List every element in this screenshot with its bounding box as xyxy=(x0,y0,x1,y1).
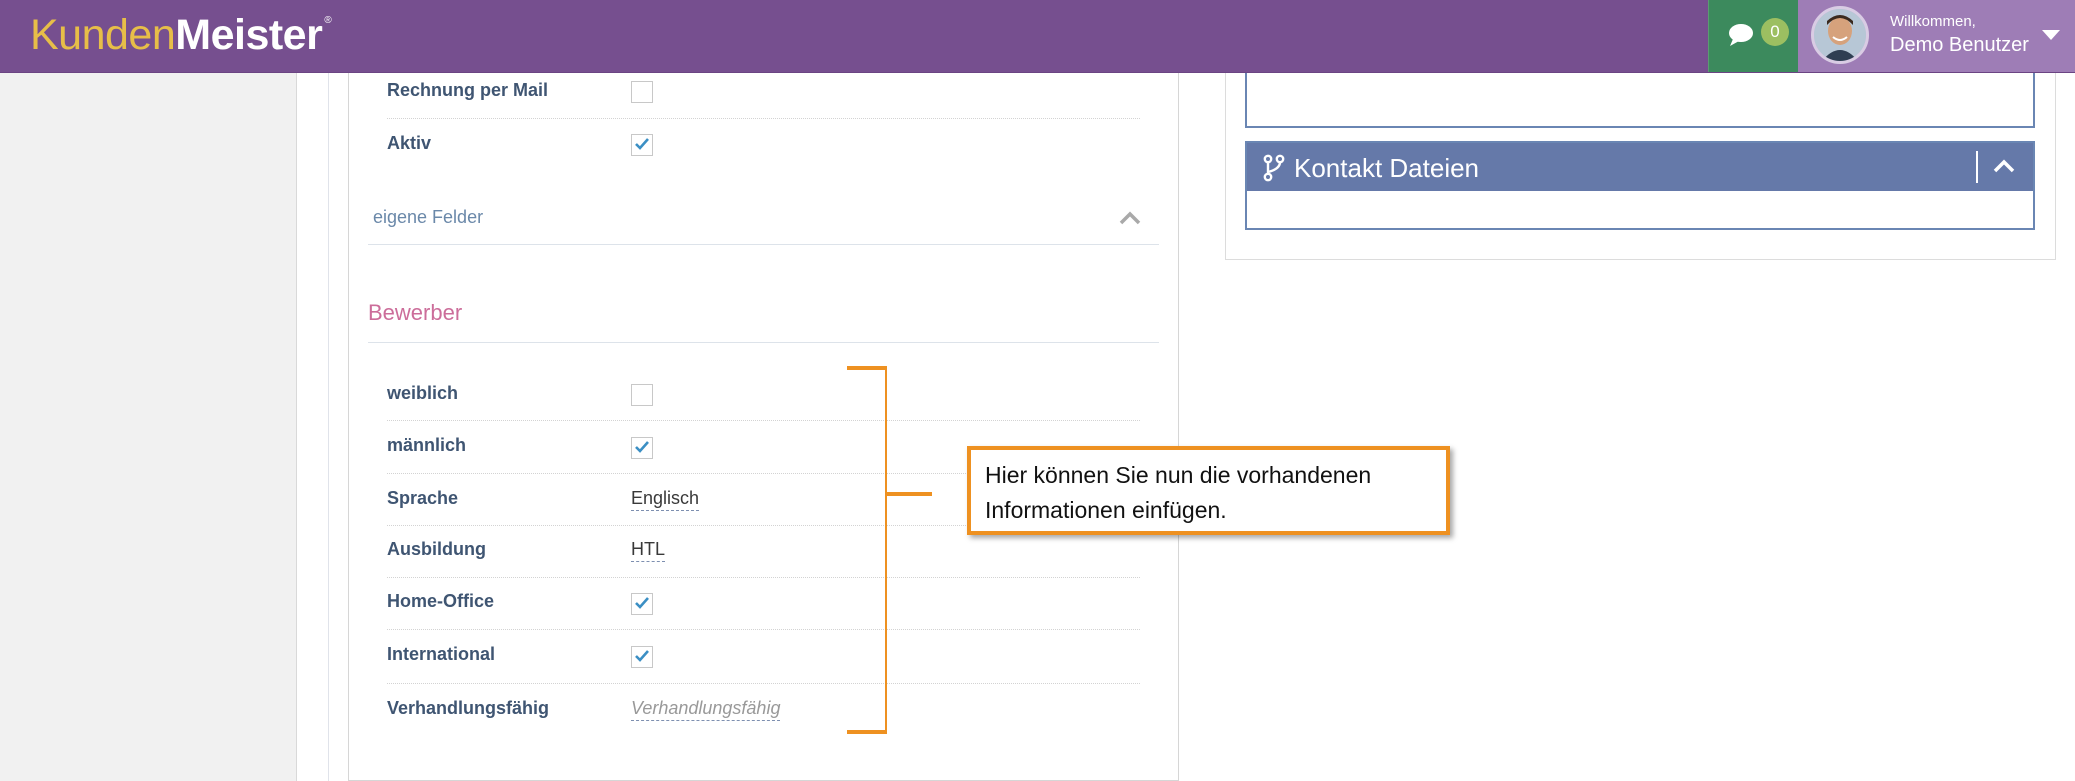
checkmark-icon xyxy=(635,138,649,150)
chevron-down-icon[interactable] xyxy=(2042,30,2060,40)
verhandlungsfaehig-label: Verhandlungsfähig xyxy=(387,698,550,718)
checkmark-icon xyxy=(635,441,649,453)
sprache-value[interactable]: Englisch xyxy=(631,488,700,511)
checkmark-icon xyxy=(635,597,649,609)
annotation-callout: Hier können Sie nun die vorhandenen Info… xyxy=(967,446,1450,535)
header-separator xyxy=(1976,151,1978,183)
weiblich-checkbox[interactable] xyxy=(631,384,653,406)
kontakt-dateien-title: Kontakt Dateien xyxy=(1294,153,1480,183)
row-divider xyxy=(387,629,1140,630)
aktiv-checkbox[interactable] xyxy=(631,134,653,156)
ausbildung-label: Ausbildung xyxy=(387,539,486,559)
content-guide-line xyxy=(328,73,329,781)
section-divider xyxy=(368,342,1159,343)
left-sidebar xyxy=(0,73,297,781)
eigene-felder-toggle[interactable]: eigene Felder xyxy=(373,207,483,228)
row-divider xyxy=(387,683,1140,684)
section-title-bewerber: Bewerber xyxy=(368,300,463,325)
checkmark-icon xyxy=(635,650,649,662)
rechnung-per-mail-checkbox[interactable] xyxy=(631,81,653,103)
logo-registered-mark: ® xyxy=(324,15,332,26)
chevron-up-icon[interactable] xyxy=(1118,210,1142,226)
verhandlungsfaehig-value[interactable]: Verhandlungsfähig xyxy=(631,698,781,721)
messages-count-badge: 0 xyxy=(1761,18,1789,46)
home-office-label: Home-Office xyxy=(387,591,495,611)
logo-part-2: Meister xyxy=(175,11,323,59)
weiblich-label: weiblich xyxy=(387,383,459,403)
kontakt-dateien-panel: Kontakt Dateien xyxy=(1245,141,2035,230)
kundenmeister-logo[interactable]: KundenMeister ® xyxy=(30,6,332,64)
international-label: International xyxy=(387,644,496,664)
annotation-bracket-pointer xyxy=(887,492,932,496)
user-menu[interactable]: Willkommen, Demo Benutzer xyxy=(1798,0,2075,72)
international-checkbox[interactable] xyxy=(631,646,653,668)
aktiv-label: Aktiv xyxy=(387,133,432,153)
previous-panel-body xyxy=(1245,73,2035,128)
maennlich-checkbox[interactable] xyxy=(631,437,653,459)
row-divider xyxy=(387,420,1140,421)
messages-button[interactable]: 0 xyxy=(1708,0,1799,72)
user-name: Demo Benutzer xyxy=(1890,34,2029,56)
maennlich-label: männlich xyxy=(387,435,467,455)
top-navbar: KundenMeister ® 0 Willkommen, Demo Benutz… xyxy=(0,0,2075,73)
sprache-label: Sprache xyxy=(387,488,459,508)
contact-form-panel xyxy=(348,73,1179,781)
section-divider xyxy=(368,244,1159,245)
row-divider xyxy=(387,118,1140,119)
ausbildung-value[interactable]: HTL xyxy=(631,539,666,562)
chevron-up-icon[interactable] xyxy=(1993,159,2015,173)
kontakt-dateien-header[interactable]: Kontakt Dateien xyxy=(1247,143,2033,191)
welcome-text: Willkommen, xyxy=(1890,13,1976,30)
user-avatar xyxy=(1811,6,1869,64)
row-divider xyxy=(387,577,1140,578)
branch-icon xyxy=(1263,154,1285,182)
logo-part-1: Kunden xyxy=(30,11,176,59)
rechnung-per-mail-label: Rechnung per Mail xyxy=(387,80,549,100)
chat-bubble-icon xyxy=(1729,24,1753,46)
annotation-bracket xyxy=(847,366,887,734)
home-office-checkbox[interactable] xyxy=(631,593,653,615)
